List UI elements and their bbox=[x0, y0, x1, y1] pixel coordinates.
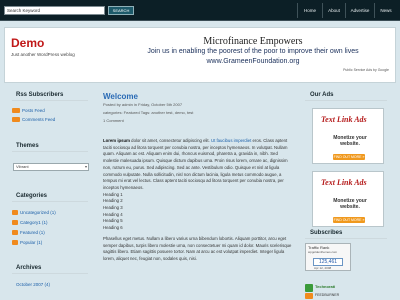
body-text: dolor sit amet, consectetur adipiscing e… bbox=[129, 138, 210, 143]
folder-icon bbox=[12, 210, 18, 215]
body-text: eros. Class aptent taciti sociosqu ad li… bbox=[103, 138, 288, 190]
ad-banner[interactable]: Text Link Ads Monetize your website. FIN… bbox=[312, 171, 384, 227]
ad-find-out-more-button[interactable]: FIND OUT MORE » bbox=[333, 217, 365, 223]
divider bbox=[12, 201, 88, 202]
banner-tagline[interactable]: Join us in enabling the poorest of the p… bbox=[136, 48, 370, 55]
banner-url[interactable]: www.GrameenFoundation.org bbox=[136, 58, 370, 65]
our-ads-title: Our Ads bbox=[310, 92, 334, 98]
category-link[interactable]: Uncategorized (1) bbox=[20, 210, 56, 215]
heading-3: Heading 3 bbox=[103, 205, 123, 211]
body-text: Phasellus eget metus. Nullam a libero va… bbox=[103, 235, 292, 261]
post-body: Lorem ipsum dolor sit amet, consectetur … bbox=[103, 138, 295, 263]
folder-icon bbox=[12, 220, 18, 225]
rss-icon bbox=[12, 108, 20, 113]
theme-select-value: Vibrant bbox=[16, 164, 29, 169]
nav-about[interactable]: About bbox=[323, 0, 345, 21]
comments-link[interactable]: 1 Comment bbox=[103, 118, 124, 123]
traffic-rank-badge[interactable]: Traffic Rank wpgoldenthemes.com Apr 12, … bbox=[305, 243, 351, 271]
comments-feed-link[interactable]: Comments Feed bbox=[22, 117, 55, 122]
lead-text: Lorem ipsum bbox=[103, 138, 130, 143]
divider bbox=[12, 151, 88, 152]
top-bar: Search Keyword SEARCH Home About Adverti… bbox=[0, 0, 400, 21]
heading-4: Heading 4 bbox=[103, 211, 123, 217]
chevron-down-icon: ▾ bbox=[84, 164, 87, 169]
heading-1: Heading 1 bbox=[103, 191, 123, 197]
traffic-rank-number: 125,461 bbox=[313, 258, 343, 266]
divider bbox=[12, 273, 88, 274]
category-link[interactable]: Featured (1) bbox=[20, 230, 45, 235]
ad-tagline: Monetize your website. bbox=[333, 135, 367, 147]
divider bbox=[305, 238, 387, 239]
posts-feed-link[interactable]: Posts Feed bbox=[22, 108, 45, 113]
category-link[interactable]: Category1 (1) bbox=[20, 220, 48, 225]
divider bbox=[305, 100, 387, 101]
archive-link[interactable]: October 2007 (4) bbox=[16, 282, 50, 287]
technorati-icon bbox=[305, 284, 313, 292]
theme-select[interactable]: Vibrant ▾ bbox=[13, 163, 89, 171]
nav-advertise[interactable]: Advertise bbox=[346, 0, 374, 21]
traffic-rank-date: Apr 12, 2008 bbox=[314, 266, 332, 270]
nav-news[interactable]: News bbox=[375, 0, 397, 21]
technorati-link[interactable]: Technorati bbox=[315, 284, 335, 289]
heading-6: Heading 6 bbox=[103, 225, 123, 231]
post-meta: Posted by admin in Friday, October 5th 2… bbox=[103, 102, 183, 107]
themes-title: Themes bbox=[16, 143, 39, 149]
ad-tagline: Monetize your website. bbox=[333, 198, 367, 210]
categories-title: Categories bbox=[16, 193, 48, 199]
post-categories: categories: Featured Tags: another test,… bbox=[103, 110, 194, 115]
nav-home[interactable]: Home bbox=[298, 0, 322, 21]
heading-2: Heading 2 bbox=[103, 198, 123, 204]
site-header: Demo Just another WordPress weblog Micro… bbox=[4, 27, 396, 83]
ad-logo: Text Link Ads bbox=[321, 178, 367, 187]
folder-icon bbox=[12, 230, 18, 235]
divider bbox=[12, 100, 88, 101]
search-button[interactable]: SEARCH bbox=[108, 6, 134, 15]
site-title[interactable]: Demo bbox=[11, 36, 44, 50]
ad-logo: Text Link Ads bbox=[321, 115, 367, 124]
ads-by-google[interactable]: Public Service Ads by Google bbox=[343, 68, 389, 72]
feedburner-icon bbox=[305, 293, 313, 299]
search-input[interactable]: Search Keyword bbox=[4, 6, 105, 15]
folder-icon bbox=[12, 240, 18, 245]
feedburner-link[interactable]: FEEDBURNER bbox=[315, 293, 339, 297]
post-title[interactable]: Welcome bbox=[103, 92, 138, 101]
traffic-rank-site: wpgoldenthemes.com bbox=[308, 250, 338, 254]
rss-icon bbox=[12, 117, 20, 122]
rss-subscribers-title: Rss Subscribers bbox=[16, 92, 64, 98]
inline-link[interactable]: Ut faucibus imperdiet bbox=[211, 138, 251, 143]
ad-banner[interactable]: Text Link Ads Monetize your website. FIN… bbox=[312, 108, 384, 164]
site-description: Just another WordPress weblog bbox=[11, 52, 75, 57]
archives-title: Archives bbox=[16, 265, 42, 271]
subscribes-title: Subscribes bbox=[310, 230, 343, 236]
ad-find-out-more-button[interactable]: FIND OUT MORE » bbox=[333, 154, 365, 160]
category-link[interactable]: Popular (1) bbox=[20, 240, 42, 245]
heading-5: Heading 5 bbox=[103, 218, 123, 224]
banner-headline[interactable]: Microfinance Empowers bbox=[136, 36, 370, 47]
